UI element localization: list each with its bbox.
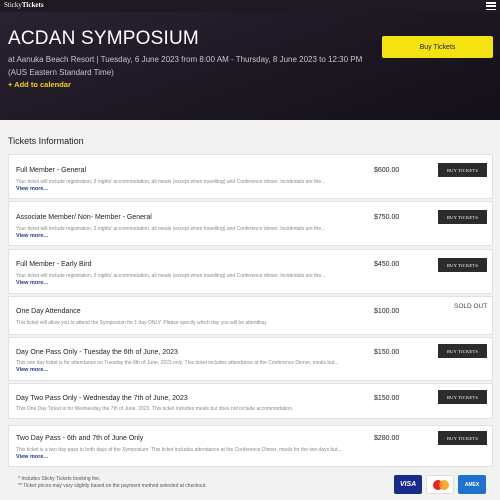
ticket-card: Full Member - Early Bird Your ticket wil… (8, 249, 493, 294)
ticket-name: Full Member - Early Bird (16, 261, 92, 268)
ticket-price: $150.00 (374, 349, 400, 356)
menu-icon[interactable] (486, 2, 496, 10)
add-to-calendar-link[interactable]: + Add to calendar (8, 80, 71, 89)
buy-ticket-button[interactable]: BUY TICKETS (438, 344, 487, 358)
ticket-price: $280.00 (374, 435, 400, 442)
view-more-link[interactable]: View more... (16, 186, 48, 192)
ticket-description: This one day ticket is for attendance on… (16, 360, 339, 366)
buy-ticket-button[interactable]: BUY TICKETS (438, 258, 487, 272)
event-title: ACDAN SYMPOSIUM (8, 28, 199, 49)
view-more-link[interactable]: View more... (16, 367, 48, 373)
ticket-name: Two Day Pass - 6th and 7th of June Only (16, 435, 144, 442)
logo-text-1: Sticky (4, 1, 22, 9)
ticket-price: $100.00 (374, 308, 400, 315)
ticket-name: Full Member - General (16, 167, 87, 174)
ticket-name: Day One Pass Only - Tuesday the 6th of J… (16, 349, 178, 356)
ticket-name: One Day Attendance (16, 308, 81, 315)
buy-ticket-button[interactable]: BUY TICKETS (438, 210, 487, 224)
ticket-name: Associate Member/ Non- Member - General (16, 214, 152, 221)
ticket-description: This ticket is a two day pass to both da… (16, 447, 342, 453)
ticket-price: $600.00 (374, 167, 400, 174)
view-more-link[interactable]: View more... (16, 280, 48, 286)
ticket-card: Full Member - General Your ticket will i… (8, 154, 493, 199)
ticket-card: Associate Member/ Non- Member - General … (8, 201, 493, 246)
top-bar: StickyTickets (0, 0, 500, 12)
ticket-description: Your ticket will include registration, 3… (16, 179, 326, 185)
ticket-description: Your ticket will include registration, 3… (16, 273, 326, 279)
mastercard-icon (426, 475, 454, 494)
event-details: at Aanuka Beach Resort | Tuesday, 6 June… (8, 55, 363, 77)
ticket-price: $750.00 (374, 214, 400, 221)
ticket-name: Day Two Pass Only - Wednesday the 7th of… (16, 395, 188, 402)
ticket-card: One Day Attendance This ticket will allo… (8, 296, 493, 335)
visa-icon: VISA (394, 475, 422, 494)
view-more-link[interactable]: View more... (16, 233, 48, 239)
event-hero: ACDAN SYMPOSIUM at Aanuka Beach Resort |… (0, 12, 500, 120)
buy-ticket-button[interactable]: BUY TICKETS (438, 390, 487, 404)
ticket-description: This ticket will allow you to attend the… (16, 320, 268, 326)
ticket-price: $150.00 (374, 395, 400, 402)
logo-text-2: Tickets (21, 1, 44, 9)
buy-ticket-button[interactable]: BUY TICKETS (438, 431, 487, 445)
ticket-price: $450.00 (374, 261, 400, 268)
amex-icon: AMEX (458, 475, 486, 494)
sticky-tickets-logo[interactable]: StickyTickets (4, 1, 44, 9)
sold-out-label: SOLD OUT (454, 303, 488, 310)
payment-methods: VISA AMEX (394, 475, 486, 494)
buy-ticket-button[interactable]: BUY TICKETS (438, 163, 487, 177)
buy-tickets-main-button[interactable]: Buy Tickets (382, 36, 493, 58)
ticket-card: Two Day Pass - 6th and 7th of June Only … (8, 425, 493, 467)
ticket-card: Day Two Pass Only - Wednesday the 7th of… (8, 383, 493, 419)
footnotes: * Includes Sticky Tickets booking fee. *… (18, 476, 207, 489)
ticket-description: Your ticket will include registration, 3… (16, 226, 326, 232)
tickets-section-title: Tickets Information (8, 136, 84, 146)
ticket-description: This One Day Ticket is for Wednesday the… (16, 406, 294, 412)
footnote-price-variance: ** Ticket prices may vary slightly based… (18, 482, 207, 489)
ticket-card: Day One Pass Only - Tuesday the 6th of J… (8, 337, 493, 381)
view-more-link[interactable]: View more... (16, 454, 48, 460)
